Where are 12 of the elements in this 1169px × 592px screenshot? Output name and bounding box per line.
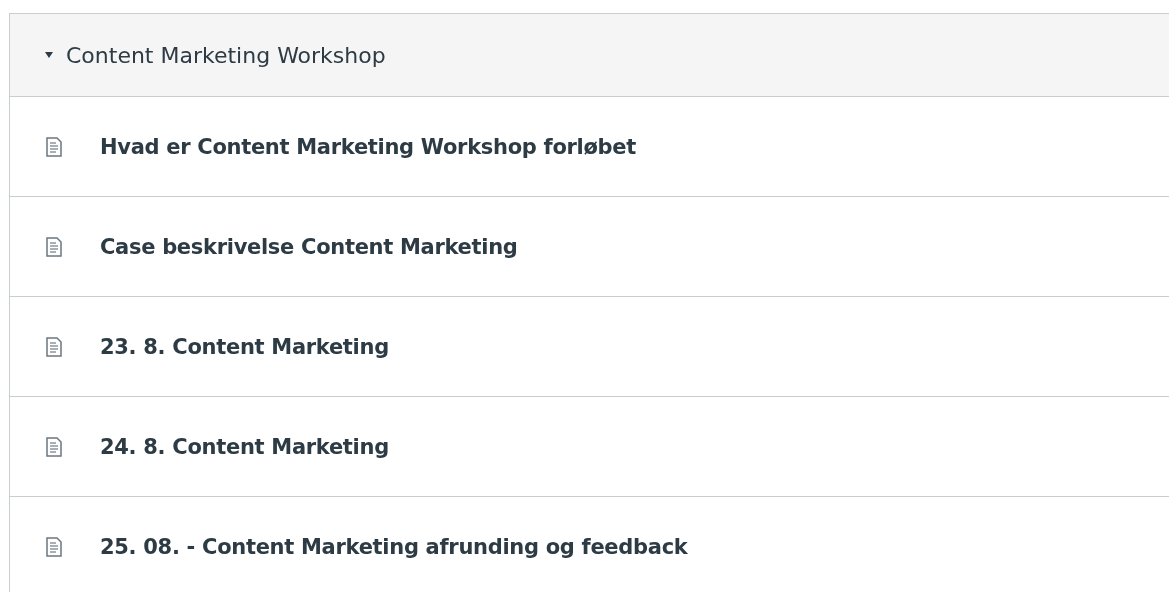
document-icon [46, 336, 62, 357]
document-icon [46, 536, 62, 557]
module-header[interactable]: Content Marketing Workshop [10, 14, 1169, 97]
module-item-link[interactable]: 23. 8. Content Marketing [100, 334, 389, 359]
module-item-link[interactable]: Case beskrivelse Content Marketing [100, 234, 518, 259]
document-icon [46, 436, 62, 457]
module-title: Content Marketing Workshop [66, 42, 386, 68]
document-icon [46, 136, 62, 157]
module-item-link[interactable]: Hvad er Content Marketing Workshop forløbet [100, 134, 636, 159]
document-icon [46, 236, 62, 257]
module-item-link[interactable]: 24. 8. Content Marketing [100, 434, 389, 459]
module-item-link[interactable]: 25. 08. - Content Marketing afrunding og feedback [100, 534, 688, 559]
